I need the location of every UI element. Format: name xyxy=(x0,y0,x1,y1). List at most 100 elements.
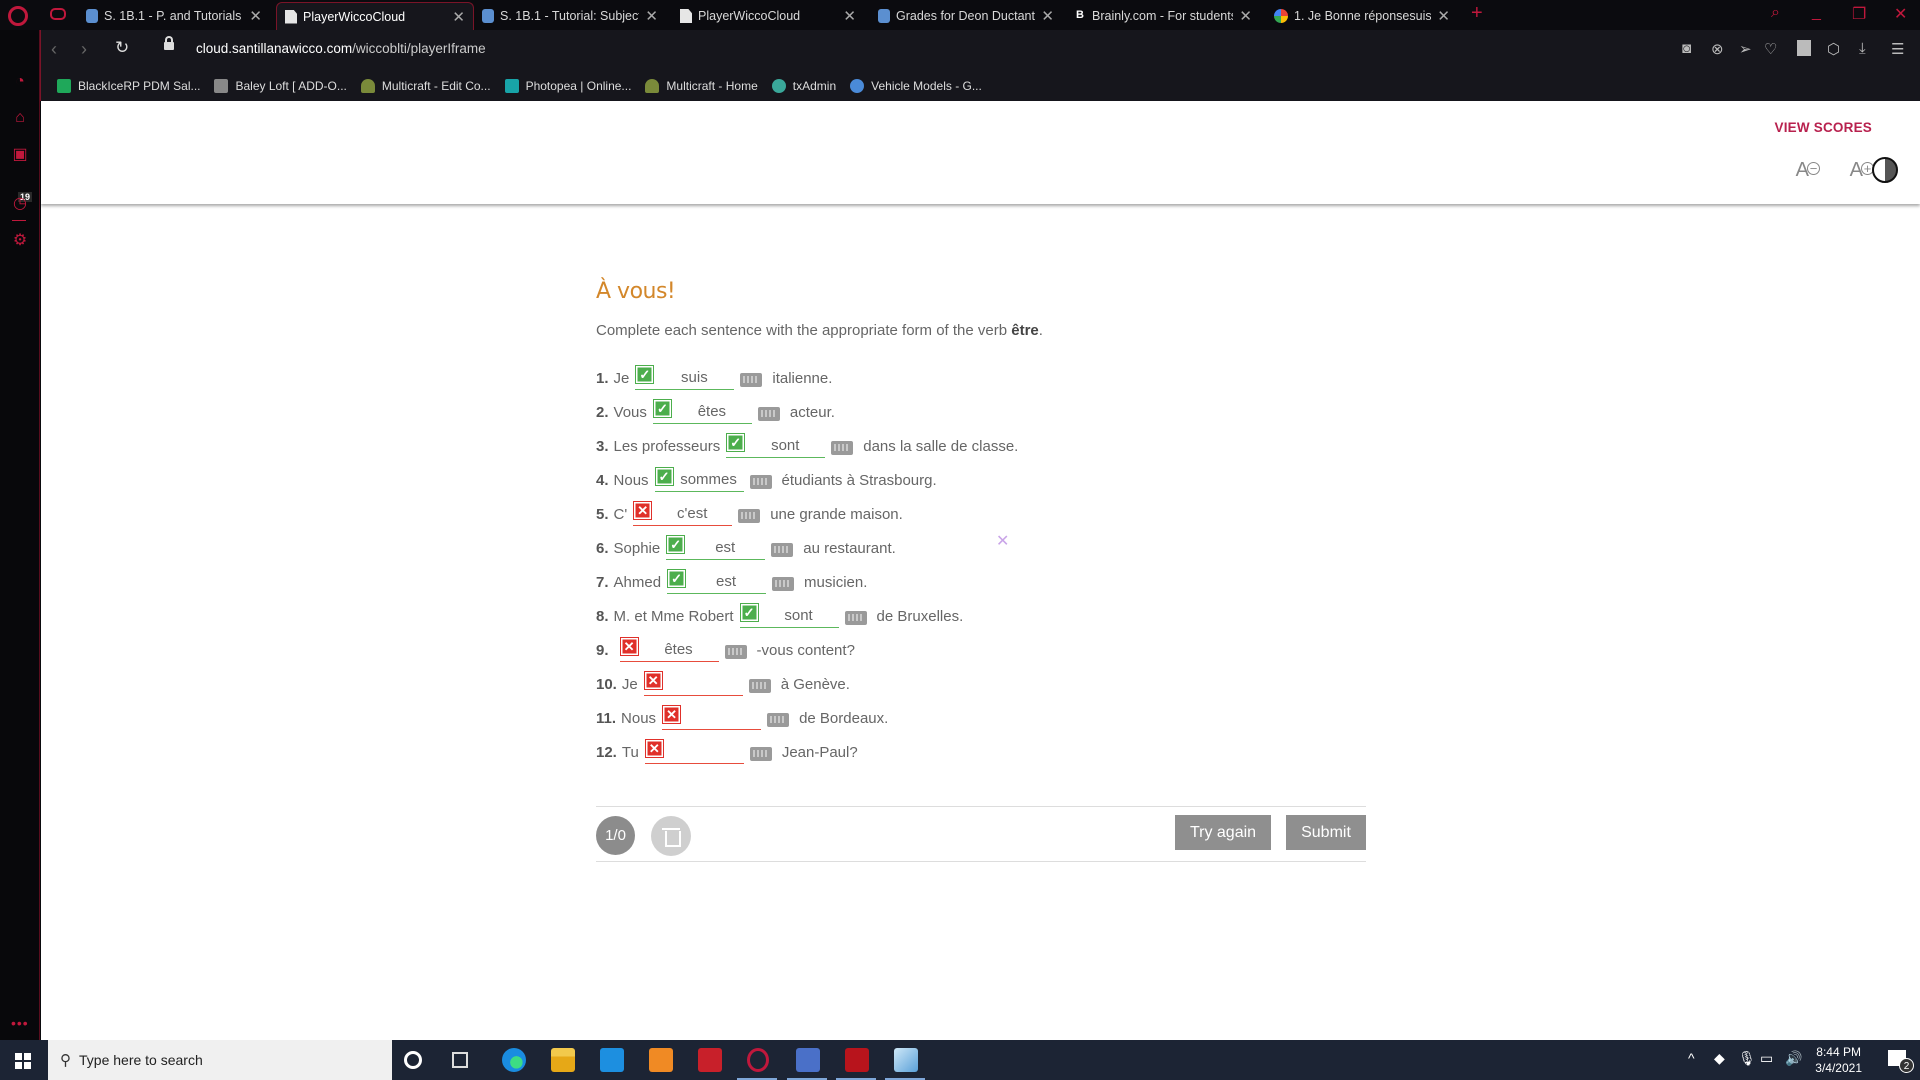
tab-2-active[interactable]: PlayerWiccoCloud ✕ xyxy=(276,2,474,30)
keyboard-icon[interactable] xyxy=(724,645,747,659)
answer-blank[interactable]: ✓ sommes xyxy=(654,467,744,492)
task-view-icon[interactable] xyxy=(452,1052,468,1068)
history-icon[interactable]: ◷ xyxy=(12,196,28,212)
opera-gx-icon[interactable] xyxy=(747,1048,769,1072)
opera-menu-icon[interactable] xyxy=(8,6,28,26)
keyboard-icon[interactable] xyxy=(749,747,772,761)
notifications-icon[interactable]: 2 xyxy=(1888,1050,1914,1073)
tray-expand-icon[interactable]: ^ xyxy=(1688,1050,1695,1066)
keyboard-icon[interactable] xyxy=(740,373,763,387)
close-tab-icon[interactable]: ✕ xyxy=(1041,7,1054,25)
close-tab-icon[interactable]: ✕ xyxy=(843,7,856,25)
taskbar-search-input[interactable]: ⚲ Type here to search xyxy=(48,1040,392,1080)
keyboard-icon[interactable] xyxy=(831,441,854,455)
keyboard-icon[interactable] xyxy=(748,679,771,693)
download-icon[interactable]: ⤓ xyxy=(1859,40,1866,57)
close-tab-icon[interactable]: ✕ xyxy=(249,7,262,25)
windows-start-icon[interactable] xyxy=(15,1053,31,1069)
send-icon[interactable]: ➢ xyxy=(1739,40,1752,58)
try-again-button[interactable]: Try again xyxy=(1175,815,1271,850)
app-icon[interactable] xyxy=(649,1048,673,1072)
url-field[interactable]: cloud.santillanawicco.com/wiccoblti/play… xyxy=(196,41,486,56)
answer-input[interactable]: êtes xyxy=(639,641,719,658)
keyboard-icon[interactable] xyxy=(749,475,772,489)
answer-blank[interactable]: ✓ suis xyxy=(635,365,735,390)
tab-1[interactable]: S. 1B.1 - P. and Tutorials - A ✕ xyxy=(78,2,270,30)
game-app-icon[interactable] xyxy=(698,1048,722,1072)
close-tab-icon[interactable]: ✕ xyxy=(645,7,658,25)
answer-blank[interactable]: ✕ xyxy=(643,671,743,696)
filezilla-icon[interactable] xyxy=(845,1048,869,1072)
search-tabs-icon[interactable]: ⌕ xyxy=(1771,4,1780,22)
answer-input[interactable]: c'est xyxy=(652,505,732,522)
microphone-icon[interactable]: 🎙 xyxy=(1738,1050,1756,1067)
gx-control-icon[interactable] xyxy=(50,8,66,20)
speedometer-icon[interactable]: ◔ xyxy=(12,74,28,90)
answer-input[interactable]: est xyxy=(686,573,766,590)
lock-icon[interactable] xyxy=(164,36,174,50)
answer-blank[interactable]: ✓ est xyxy=(666,535,766,560)
answer-blank[interactable]: ✓ sont xyxy=(739,603,839,628)
keyboard-icon[interactable] xyxy=(738,509,761,523)
snapshot-icon[interactable]: ◙ xyxy=(1682,40,1691,57)
easy-setup-icon[interactable]: ☰ xyxy=(1891,40,1904,58)
keyboard-icon[interactable] xyxy=(844,611,867,625)
keyboard-icon[interactable] xyxy=(767,713,790,727)
answer-input[interactable]: suis xyxy=(654,369,734,386)
forward-icon[interactable]: › xyxy=(81,39,87,60)
tab-7[interactable]: 1. Je Bonne réponsesuisitali ✕ xyxy=(1266,2,1458,30)
more-icon[interactable]: ••• xyxy=(11,1015,29,1031)
heart-icon[interactable]: ♡ xyxy=(1764,40,1777,58)
tab-5[interactable]: Grades for Deon Ductant: F ✕ xyxy=(870,2,1062,30)
extension-icon[interactable] xyxy=(1797,40,1811,56)
contrast-toggle-icon[interactable] xyxy=(1872,157,1898,183)
close-tab-icon[interactable]: ✕ xyxy=(1239,7,1252,25)
close-tab-icon[interactable]: ✕ xyxy=(1437,7,1450,25)
minimize-icon[interactable]: _ xyxy=(1812,4,1821,22)
submit-button[interactable]: Submit xyxy=(1286,815,1366,850)
answer-input[interactable]: sont xyxy=(745,437,825,454)
font-increase-button[interactable]: A+ xyxy=(1850,159,1874,182)
restore-icon[interactable]: ❐ xyxy=(1852,4,1866,24)
close-window-icon[interactable]: ✕ xyxy=(1894,4,1907,24)
bookmark-item[interactable]: BlackIceRP PDM Sal... xyxy=(57,78,200,93)
network-icon[interactable]: ▭ xyxy=(1760,1050,1773,1067)
answer-input[interactable]: sommes xyxy=(674,471,744,488)
bookmark-item[interactable]: Baley Loft [ ADD-O... xyxy=(214,78,347,93)
answer-blank[interactable]: ✕ êtes xyxy=(619,637,719,662)
discord-icon[interactable] xyxy=(796,1048,820,1072)
bookmark-item[interactable]: Multicraft - Edit Co... xyxy=(360,78,491,93)
answer-blank[interactable]: ✕ xyxy=(662,705,762,730)
answer-blank[interactable]: ✓ sont xyxy=(726,433,826,458)
file-explorer-icon[interactable] xyxy=(551,1048,575,1072)
answer-blank[interactable]: ✕ xyxy=(644,739,744,764)
keyboard-icon[interactable] xyxy=(757,407,780,421)
mail-icon[interactable] xyxy=(600,1048,624,1072)
adblock-icon[interactable]: ⊗ xyxy=(1711,40,1724,58)
bookmark-item[interactable]: Vehicle Models - G... xyxy=(850,78,982,93)
view-scores-link[interactable]: VIEW SCORES xyxy=(1775,120,1872,135)
back-icon[interactable]: ‹ xyxy=(51,39,57,60)
tab-3[interactable]: S. 1B.1 - Tutorial: Subject p ✕ xyxy=(474,2,666,30)
keyboard-icon[interactable] xyxy=(772,577,795,591)
close-tab-icon[interactable]: ✕ xyxy=(452,8,465,26)
answer-input[interactable]: est xyxy=(685,539,765,556)
answer-blank[interactable]: ✓ est xyxy=(667,569,767,594)
cleaner-icon[interactable]: ⌂ xyxy=(12,110,28,126)
tray-app-icon[interactable]: ◆ xyxy=(1714,1050,1725,1067)
bookmark-item[interactable]: Photopea | Online... xyxy=(504,78,631,93)
clock[interactable]: 8:44 PM 3/4/2021 xyxy=(1815,1044,1862,1076)
edge-icon[interactable] xyxy=(502,1048,526,1072)
tab-6[interactable]: B Brainly.com - For students. ✕ xyxy=(1068,2,1260,30)
answer-blank[interactable]: ✕ c'est xyxy=(633,501,733,526)
bookmark-item[interactable]: txAdmin xyxy=(771,78,836,93)
answer-input[interactable]: sont xyxy=(759,607,839,624)
cortana-icon[interactable] xyxy=(404,1051,422,1069)
trash-icon[interactable] xyxy=(651,816,691,856)
cube-icon[interactable]: ⬡ xyxy=(1827,40,1840,58)
notepad-icon[interactable] xyxy=(894,1048,918,1072)
answer-blank[interactable]: ✓ êtes xyxy=(652,399,752,424)
twitch-icon[interactable]: ▣ xyxy=(12,147,28,163)
font-decrease-button[interactable]: A− xyxy=(1796,159,1820,182)
settings-icon[interactable]: ⚙ xyxy=(12,233,28,249)
